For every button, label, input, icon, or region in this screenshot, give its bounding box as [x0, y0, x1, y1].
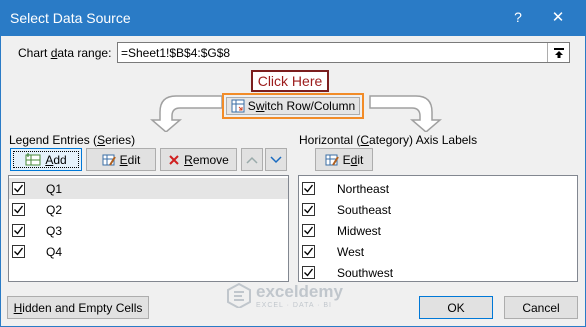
- cancel-label: Cancel: [522, 300, 560, 315]
- checkmark-icon: [304, 247, 314, 256]
- click-here-callout: Click Here: [251, 70, 329, 92]
- series-checkbox[interactable]: [12, 224, 25, 237]
- list-item[interactable]: Northeast: [299, 178, 577, 199]
- axis-label-checkbox[interactable]: [302, 245, 315, 258]
- axis-label-checkbox[interactable]: [302, 203, 315, 216]
- axis-label-text: West: [337, 245, 365, 259]
- checkmark-icon: [14, 184, 24, 193]
- hidden-empty-cells-button[interactable]: Hidden and Empty Cells: [7, 296, 149, 319]
- exceldemy-logo-icon: [227, 282, 251, 308]
- switch-grid-icon: [231, 99, 245, 113]
- watermark-tagline: EXCEL · DATA · BI: [256, 302, 332, 309]
- list-item[interactable]: West: [299, 241, 577, 262]
- help-button[interactable]: ?: [510, 9, 526, 25]
- left-curved-arrow-icon: [150, 95, 223, 132]
- axis-labels-title: Horizontal (Category) Axis Labels: [299, 133, 478, 147]
- add-series-button[interactable]: Add: [10, 148, 82, 171]
- axis-label-checkbox[interactable]: [302, 182, 315, 195]
- list-item[interactable]: Q1: [9, 178, 288, 199]
- checkmark-icon: [304, 268, 314, 277]
- series-label: Q1: [46, 182, 63, 196]
- remove-series-button[interactable]: Remove: [160, 148, 237, 171]
- chart-data-range-value: =Sheet1!$B$4:$G$8: [121, 46, 231, 60]
- edit-axis-button[interactable]: Edit: [315, 148, 373, 171]
- close-button[interactable]: ✕: [549, 8, 567, 26]
- move-down-button[interactable]: [265, 148, 287, 171]
- collapse-icon: [553, 47, 564, 58]
- axis-label-text: Midwest: [337, 224, 382, 238]
- checkmark-icon: [304, 226, 314, 235]
- list-item[interactable]: Midwest: [299, 220, 577, 241]
- edit-series-label: Edit: [119, 152, 141, 167]
- checkmark-icon: [14, 247, 24, 256]
- edit-grid-icon: [102, 154, 116, 166]
- ok-label: OK: [447, 300, 465, 315]
- list-item[interactable]: Q3: [9, 220, 288, 241]
- edit-grid-icon: [325, 154, 339, 166]
- list-item[interactable]: Q4: [9, 241, 288, 262]
- series-label: Q4: [46, 245, 63, 259]
- axis-label-text: Southeast: [337, 203, 392, 217]
- series-checkbox[interactable]: [12, 245, 25, 258]
- exceldemy-watermark: exceldemy EXCEL · DATA · BI: [226, 280, 366, 320]
- series-label: Q2: [46, 203, 63, 217]
- remove-x-icon: [169, 154, 179, 165]
- chart-data-range-input[interactable]: =Sheet1!$B$4:$G$8: [117, 42, 570, 63]
- collapse-dialog-button[interactable]: [547, 43, 569, 62]
- switch-row-column-label: Switch Row/Column: [247, 99, 356, 113]
- edit-axis-label: Edit: [342, 152, 364, 167]
- click-here-text: Click Here: [257, 73, 323, 89]
- chevron-down-icon: [270, 155, 282, 163]
- chevron-up-icon: [246, 156, 258, 164]
- window-title: Select Data Source: [10, 10, 131, 26]
- right-curved-arrow-icon: [369, 95, 442, 132]
- add-series-label: Add: [45, 152, 67, 167]
- checkmark-icon: [14, 205, 24, 214]
- series-checkbox[interactable]: [12, 182, 25, 195]
- axis-label-checkbox[interactable]: [302, 266, 315, 279]
- watermark-name: exceldemy: [256, 282, 343, 301]
- switch-row-column-button[interactable]: Switch Row/Column: [226, 97, 360, 115]
- remove-series-label: Remove: [184, 152, 229, 167]
- axis-label-checkbox[interactable]: [302, 224, 315, 237]
- list-item[interactable]: Southeast: [299, 199, 577, 220]
- list-item[interactable]: Q2: [9, 199, 288, 220]
- checkmark-icon: [14, 226, 24, 235]
- checkmark-icon: [304, 184, 314, 193]
- axis-label-text: Southwest: [337, 266, 394, 280]
- axis-labels-list: Northeast Southeast Midwest West Southwe…: [298, 175, 578, 282]
- title-bar: Select Data Source ? ✕: [0, 0, 586, 36]
- legend-entries-title: Legend Entries (Series): [9, 133, 136, 147]
- hidden-empty-cells-label: Hidden and Empty Cells: [13, 300, 143, 315]
- series-label: Q3: [46, 224, 63, 238]
- cancel-button[interactable]: Cancel: [504, 296, 578, 319]
- axis-label-text: Northeast: [337, 182, 390, 196]
- move-up-button[interactable]: [241, 148, 263, 171]
- checkmark-icon: [304, 205, 314, 214]
- series-checkbox[interactable]: [12, 203, 25, 216]
- ok-button[interactable]: OK: [419, 296, 493, 319]
- add-grid-icon: [25, 152, 41, 165]
- chart-data-range-label: Chart data range:: [18, 46, 112, 60]
- switch-row-column-highlight: Switch Row/Column: [222, 93, 364, 119]
- edit-series-button[interactable]: Edit: [86, 148, 156, 171]
- legend-series-list: Q1 Q2 Q3 Q4: [8, 175, 289, 282]
